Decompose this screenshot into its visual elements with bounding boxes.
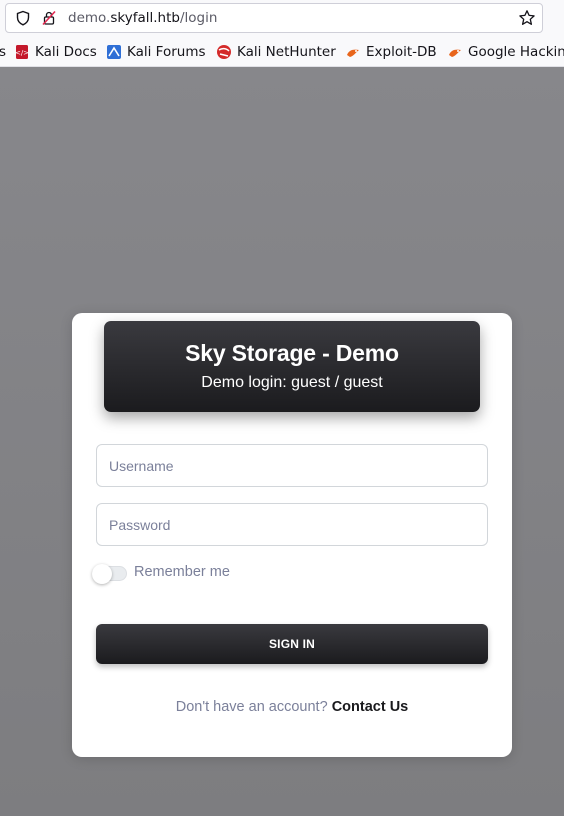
bookmark-kali-docs[interactable]: </> Kali Docs — [14, 43, 97, 61]
shield-icon[interactable] — [15, 10, 31, 26]
kali-docs-icon: </> — [15, 45, 29, 59]
url-host: skyfall.htb — [110, 10, 180, 26]
sign-in-button[interactable]: SIGN IN — [96, 624, 488, 664]
remember-me-toggle[interactable] — [92, 564, 127, 584]
insecure-lock-icon[interactable] — [41, 10, 57, 26]
svg-text:</>: </> — [15, 49, 29, 57]
kali-forums-icon — [107, 45, 121, 59]
bookmark-label: Exploit-DB — [366, 44, 437, 60]
url-text[interactable]: demo.skyfall.htb/login — [68, 10, 217, 26]
login-card: Sky Storage - Demo Demo login: guest / g… — [72, 313, 512, 757]
bookmark-label: Kali NetHunter — [237, 44, 336, 60]
signup-prompt: Don't have an account? Contact Us — [72, 699, 512, 715]
toggle-knob — [92, 564, 112, 584]
bookmark-exploit-db[interactable]: Exploit-DB — [345, 43, 437, 61]
bookmark-label: Google Hackin — [468, 44, 564, 60]
bookmark-kali-forums[interactable]: Kali Forums — [106, 43, 206, 61]
contact-us-link[interactable]: Contact Us — [332, 699, 409, 715]
address-bar[interactable]: demo.skyfall.htb/login — [5, 3, 543, 33]
bookmark-star-icon[interactable] — [518, 9, 536, 27]
bookmark-google-hacking[interactable]: Google Hackin — [447, 43, 564, 61]
bookmarks-toolbar: s </> Kali Docs Kali Forums Kali NetHunt… — [0, 38, 564, 67]
page-background: Sky Storage - Demo Demo login: guest / g… — [0, 67, 564, 816]
bookmark-partial[interactable]: s — [0, 43, 6, 61]
exploit-db-icon — [347, 49, 359, 57]
bookmark-label: s — [0, 44, 6, 60]
browser-toolbar: demo.skyfall.htb/login — [0, 0, 564, 38]
remember-me-label[interactable]: Remember me — [134, 564, 230, 580]
url-path: /login — [179, 10, 218, 26]
password-input[interactable] — [96, 503, 488, 546]
bookmark-label: Kali Forums — [127, 44, 206, 60]
bookmark-label: Kali Docs — [35, 44, 97, 60]
username-input[interactable] — [96, 444, 488, 487]
bookmark-kali-nethunter[interactable]: Kali NetHunter — [216, 43, 336, 61]
login-header: Sky Storage - Demo Demo login: guest / g… — [104, 321, 480, 412]
kali-nethunter-icon — [217, 45, 231, 59]
url-prefix: demo. — [68, 10, 111, 26]
login-title: Sky Storage - Demo — [185, 340, 399, 366]
google-hacking-icon — [449, 49, 461, 57]
login-subtitle: Demo login: guest / guest — [201, 374, 383, 391]
signup-prompt-text: Don't have an account? — [175, 699, 328, 715]
